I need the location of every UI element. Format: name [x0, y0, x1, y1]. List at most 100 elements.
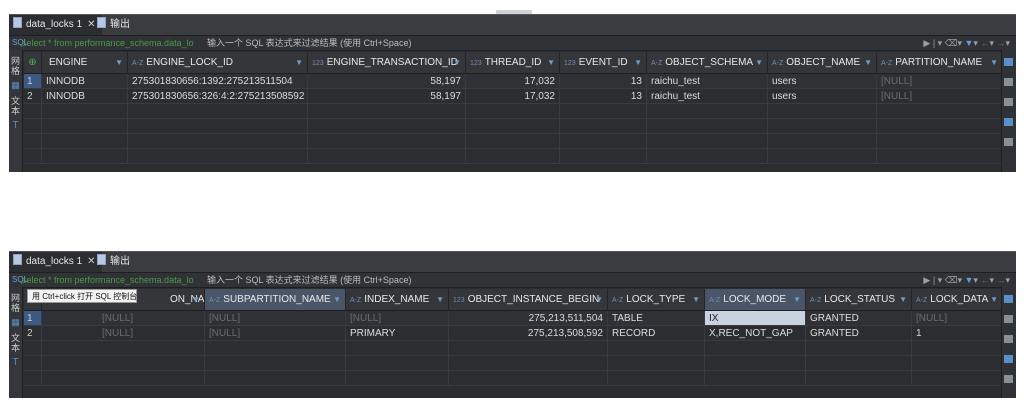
table-cell[interactable]: GRANTED — [806, 326, 912, 341]
settings-icon[interactable] — [1004, 98, 1013, 106]
back-arrow-icon[interactable]: ← — [980, 38, 989, 48]
chart-icon[interactable] — [1004, 375, 1013, 383]
table-cell[interactable]: 17,032 — [466, 89, 560, 104]
column-header[interactable]: A-Z ENGINE_LOCK_ID ▼ — [128, 52, 308, 74]
panel-icon[interactable] — [1004, 58, 1013, 66]
table-cell-selected[interactable]: IX — [705, 311, 806, 326]
column-header[interactable]: ENGINE ▼ — [42, 52, 128, 74]
sort-arrow-icon[interactable]: ▼ — [547, 52, 555, 73]
table-cell[interactable]: raichu_test — [647, 74, 768, 89]
tab-output[interactable]: 输出 — [93, 15, 136, 35]
sort-arrow-icon[interactable]: ▼ — [990, 289, 998, 310]
table-cell[interactable]: TABLE — [608, 311, 705, 326]
back-arrow-icon[interactable]: ← — [980, 275, 989, 285]
filter-icon[interactable]: ▼ — [964, 275, 973, 285]
sort-arrow-icon[interactable]: ▼ — [899, 289, 907, 310]
sql-query-text[interactable]: select * from performance_schema.data_lo — [22, 273, 200, 287]
column-header[interactable]: A-Z OBJECT_SCHEMA ▼ — [647, 52, 768, 74]
text-icon[interactable]: Ｔ — [10, 120, 21, 130]
column-header[interactable]: A-Z LOCK_MODE ▼ — [705, 289, 806, 311]
sort-arrow-icon[interactable]: ▼ — [755, 52, 763, 73]
eraser-icon[interactable]: ⌫ — [945, 38, 958, 48]
table-cell[interactable]: [NULL] — [205, 311, 346, 326]
sort-arrow-icon[interactable]: ▼ — [595, 289, 603, 310]
sort-arrow-icon[interactable]: ▼ — [192, 289, 200, 310]
history-dropdown-icon[interactable]: ▾ — [938, 38, 943, 48]
table-cell[interactable]: [NULL] — [877, 74, 1003, 89]
history-dropdown-icon[interactable]: ▾ — [938, 275, 943, 285]
sort-arrow-icon[interactable]: ▼ — [990, 52, 998, 73]
table-cell[interactable]: PRIMARY — [346, 326, 449, 341]
table-cell[interactable]: users — [768, 74, 877, 89]
forward-arrow-icon[interactable]: → — [996, 38, 1005, 48]
column-header[interactable]: A-Z LOCK_DATA ▼ — [912, 289, 1003, 311]
column-header[interactable]: 123 EVENT_ID ▼ — [560, 52, 647, 74]
select-all-icon[interactable]: ⊕ — [24, 52, 42, 74]
sort-arrow-icon[interactable]: ▼ — [295, 52, 303, 73]
info-icon[interactable] — [1004, 118, 1013, 126]
sort-arrow-icon[interactable]: ▼ — [333, 289, 341, 310]
row-number[interactable]: 1 — [24, 311, 42, 326]
table-cell[interactable]: [NULL] — [42, 311, 205, 326]
sort-arrow-icon[interactable]: ▼ — [692, 289, 700, 310]
table-cell[interactable]: X,REC_NOT_GAP — [705, 326, 806, 341]
forward-arrow-icon[interactable]: → — [996, 275, 1005, 285]
sort-arrow-icon[interactable]: ▼ — [115, 52, 123, 73]
table-cell[interactable]: 17,032 — [466, 74, 560, 89]
filter-input[interactable]: 输入一个 SQL 表达式来过滤结果 (使用 Ctrl+Space) — [207, 273, 411, 287]
tab-output[interactable]: 输出 — [93, 252, 136, 272]
sort-arrow-icon[interactable]: ▼ — [634, 52, 642, 73]
table-cell[interactable]: 275301830656:1392:275213511504 — [128, 74, 308, 89]
table-cell[interactable]: 13 — [560, 74, 647, 89]
chart-icon[interactable] — [1004, 138, 1013, 146]
grid-icon[interactable]: ▦ — [10, 80, 21, 90]
column-header[interactable]: A-Z PARTITION_NAME ▼ — [877, 52, 1003, 74]
filter-icon[interactable]: ▼ — [964, 38, 973, 48]
panel-icon[interactable] — [1004, 295, 1013, 303]
text-view-tab[interactable]: 文本 — [10, 96, 21, 116]
table-cell[interactable]: 13 — [560, 89, 647, 104]
tab-data-locks[interactable]: data_locks 1 ✕ — [9, 15, 102, 35]
sort-arrow-icon[interactable]: ▼ — [436, 289, 444, 310]
properties-icon[interactable] — [1004, 78, 1013, 86]
table-cell[interactable]: 275,213,511,504 — [449, 311, 608, 326]
table-cell[interactable]: raichu_test — [647, 89, 768, 104]
table-cell[interactable]: INNODB — [42, 74, 128, 89]
table-cell[interactable]: [NULL] — [42, 326, 205, 341]
row-number[interactable]: 2 — [24, 326, 42, 341]
table-cell[interactable]: INNODB — [42, 89, 128, 104]
eraser-icon[interactable]: ⌫ — [945, 275, 958, 285]
sort-arrow-icon[interactable]: ▼ — [453, 52, 461, 73]
grid-view-tab[interactable]: 网格 — [10, 293, 21, 313]
table-cell[interactable]: 58,197 — [308, 89, 466, 104]
column-header[interactable]: A-Z INDEX_NAME ▼ — [346, 289, 449, 311]
table-cell[interactable]: 275,213,508,592 — [449, 326, 608, 341]
play-icon[interactable]: ▶ — [923, 38, 930, 48]
filter-input[interactable]: 输入一个 SQL 表达式来过滤结果 (使用 Ctrl+Space) — [207, 36, 411, 50]
column-header[interactable]: A-Z LOCK_STATUS ▼ — [806, 289, 912, 311]
table-cell[interactable]: GRANTED — [806, 311, 912, 326]
sort-arrow-icon[interactable]: ▼ — [793, 289, 801, 310]
table-cell[interactable]: 58,197 — [308, 74, 466, 89]
info-icon[interactable] — [1004, 355, 1013, 363]
table-cell[interactable]: 275301830656:326:4:2:275213508592 — [128, 89, 308, 104]
column-header[interactable]: 123 ENGINE_TRANSACTION_ID ▼ — [308, 52, 466, 74]
sql-query-text[interactable]: select * from performance_schema.data_lo — [22, 36, 200, 50]
properties-icon[interactable] — [1004, 315, 1013, 323]
sort-arrow-icon[interactable]: ▼ — [864, 52, 872, 73]
column-header[interactable]: A-Z SUBPARTITION_NAME ▼ — [205, 289, 346, 311]
grid-icon[interactable]: ▦ — [10, 317, 21, 327]
table-cell[interactable]: [NULL] — [877, 89, 1003, 104]
table-cell[interactable]: users — [768, 89, 877, 104]
column-header[interactable]: 123 OBJECT_INSTANCE_BEGIN ▼ — [449, 289, 608, 311]
tab-data-locks[interactable]: data_locks 1 ✕ — [9, 252, 102, 272]
grid-view-tab[interactable]: 网格 — [10, 56, 21, 76]
text-icon[interactable]: Ｔ — [10, 357, 21, 367]
settings-icon[interactable] — [1004, 335, 1013, 343]
column-header[interactable]: A-Z LOCK_TYPE ▼ — [608, 289, 705, 311]
table-cell[interactable]: 1 — [912, 326, 1003, 341]
column-header[interactable]: A-Z OBJECT_NAME ▼ — [768, 52, 877, 74]
text-view-tab[interactable]: 文本 — [10, 333, 21, 353]
table-cell[interactable]: RECORD — [608, 326, 705, 341]
table-cell[interactable]: [NULL] — [205, 326, 346, 341]
